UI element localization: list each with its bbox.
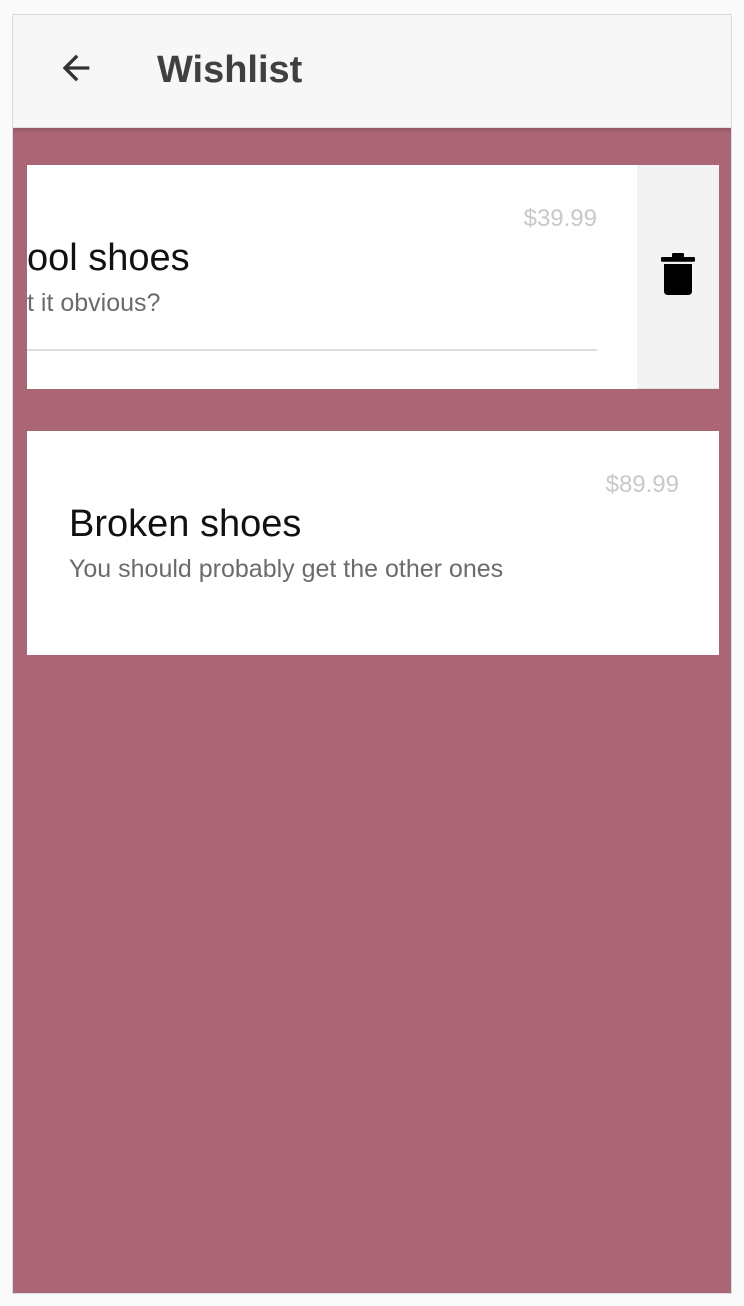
item-price: $39.99	[523, 205, 597, 232]
trash-icon	[661, 253, 695, 300]
delete-button[interactable]	[637, 165, 719, 389]
app-screen: Wishlist $39.99 ool shoes t it obvious? …	[12, 14, 732, 1294]
wishlist-item-card[interactable]: $39.99 ool shoes t it obvious?	[27, 165, 637, 389]
back-button[interactable]	[47, 41, 105, 99]
page-title: Wishlist	[157, 49, 303, 91]
divider	[27, 349, 597, 351]
item-description: You should probably get the other ones	[69, 555, 504, 583]
wishlist-item-row[interactable]: $89.99 Broken shoes You should probably …	[27, 431, 719, 655]
wishlist-item-card[interactable]: $89.99 Broken shoes You should probably …	[27, 431, 719, 655]
item-price: $89.99	[605, 471, 679, 498]
item-name: Broken shoes	[69, 503, 302, 545]
wishlist-item-row[interactable]: $39.99 ool shoes t it obvious?	[27, 165, 719, 389]
arrow-back-icon	[56, 48, 96, 93]
app-bar: Wishlist	[13, 15, 731, 128]
item-name: ool shoes	[27, 237, 190, 279]
item-description: t it obvious?	[27, 289, 161, 317]
